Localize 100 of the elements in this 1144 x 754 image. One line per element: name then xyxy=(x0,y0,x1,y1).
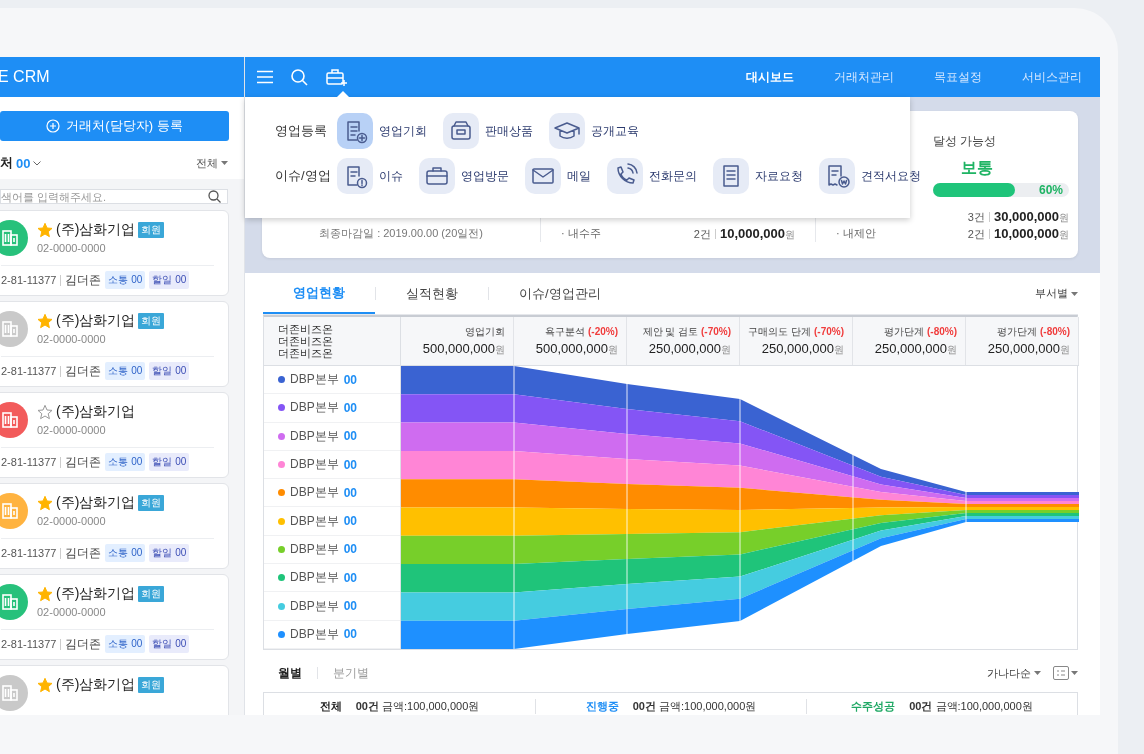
search-icon[interactable] xyxy=(291,68,308,86)
probability-reading: 60% xyxy=(1038,183,1063,197)
client-card[interactable]: (주)삼화기업 02-0000-0000 2-81-11377 김더존 소통 00 할일 00 xyxy=(0,392,229,478)
stage-label: 구매의도 단계 (-70%) xyxy=(748,325,844,339)
stage-amount: 250,000,000원 xyxy=(874,341,957,357)
search-field[interactable]: 색어를 입력해주세요. xyxy=(0,189,228,204)
client-card[interactable]: (주)삼화기업 회원 02-0000-0000 2-81-11377 김더존 소통 00 할일 00 xyxy=(0,210,229,296)
period-tab[interactable]: 월별 xyxy=(263,664,317,682)
count-tag: 소통 00 xyxy=(105,362,146,380)
member-badge: 회원 xyxy=(138,677,165,693)
stage-amount: 250,000,000원 xyxy=(648,341,731,357)
manager-name: 김더존 xyxy=(65,544,102,562)
department-label: DBP본부 xyxy=(290,399,339,417)
manager-name: 김더존 xyxy=(65,362,102,380)
stage-amount: 500,000,000원 xyxy=(422,341,505,357)
client-count-label: 처 xyxy=(0,154,13,172)
menu-item[interactable]: 영업기회 xyxy=(337,113,427,149)
department-label: DBP본부 xyxy=(290,569,339,587)
star-icon[interactable] xyxy=(37,677,53,693)
chevron-down-icon[interactable] xyxy=(33,160,42,166)
count-tag: 소통 00 xyxy=(105,544,146,562)
count-tag: 소통 00 xyxy=(105,271,146,289)
stage-amount: 500,000,000원 xyxy=(535,341,618,357)
deadline-text: 최종마감일 : 2019.00.00 (20일전) xyxy=(318,226,484,241)
menu-item[interactable]: 판매상품 xyxy=(443,113,533,149)
caret-icon xyxy=(1034,671,1041,675)
client-card[interactable]: (주)삼화기업 회원 02-0000-0000 2-81-11377 김더존 소통 00 할일 00 xyxy=(0,574,229,660)
phone-number: 02-0000-0000 xyxy=(37,424,107,436)
menu-item[interactable]: 메일 xyxy=(525,158,591,194)
case-count: 2건 xyxy=(693,228,716,239)
department-count: 00 xyxy=(343,485,358,500)
star-icon[interactable] xyxy=(37,313,53,329)
phone-number: 02-0000-0000 xyxy=(37,242,107,254)
member-badge: 회원 xyxy=(138,313,165,329)
company-name: (주)삼화기업 xyxy=(56,221,136,239)
member-badge: 회원 xyxy=(138,222,165,238)
tab[interactable]: 이슈/영업관리 xyxy=(489,273,631,314)
amount-value: 10,000,000원 xyxy=(993,225,1069,242)
business-number: 2-81-11377 xyxy=(1,365,62,377)
count-tag: 할일 00 xyxy=(149,544,190,562)
department-label: DBP본부 xyxy=(290,625,339,643)
group-dropdown[interactable]: 부서별 xyxy=(1035,286,1078,301)
department-count: 00 xyxy=(343,627,358,642)
department-count: 00 xyxy=(343,429,358,444)
row-label: · 내제안 xyxy=(836,226,876,241)
sort-dropdown[interactable]: 가나다순 xyxy=(987,665,1041,681)
business-number: 2-81-11377 xyxy=(1,547,62,559)
case-count: 3건 xyxy=(967,211,990,222)
phone-number: 02-0000-0000 xyxy=(37,333,107,345)
department-label: DBP본부 xyxy=(290,371,339,389)
star-icon[interactable] xyxy=(37,495,53,511)
business-number: 2-81-11377 xyxy=(1,638,62,650)
department-label: DBP본부 xyxy=(290,597,339,615)
stage-label: 욕구분석 (-20%) xyxy=(545,325,618,339)
search-icon xyxy=(208,190,221,203)
company-header: 더존비즈온 xyxy=(278,347,334,359)
total-label: 전체 xyxy=(319,699,342,714)
star-icon[interactable] xyxy=(37,404,53,420)
client-card[interactable]: (주)삼화기업 회원 02-0000-0000 2-81-11377 김더존 소통 00 할일 00 xyxy=(0,301,229,387)
stage-label: 평가단계 (-80%) xyxy=(997,325,1070,339)
department-label: DBP본부 xyxy=(290,484,339,502)
menu-item[interactable]: 이슈 xyxy=(337,158,403,194)
count-tag: 소통 00 xyxy=(105,453,146,471)
department-count: 00 xyxy=(343,457,358,472)
department-count: 00 xyxy=(343,599,358,613)
tab[interactable]: 실적현황 xyxy=(376,273,488,314)
member-badge: 회원 xyxy=(138,586,165,602)
department-count: 00 xyxy=(343,570,358,585)
amount-value: 10,000,000원 xyxy=(719,225,795,242)
plus-circle-icon xyxy=(46,119,61,133)
menu-item[interactable]: 전화문의 xyxy=(607,158,697,194)
manager-name: 김더존 xyxy=(65,453,102,471)
menu-item[interactable]: 공개교육 xyxy=(549,113,639,149)
star-icon[interactable] xyxy=(37,222,53,238)
department-label: DBP본부 xyxy=(290,427,339,445)
client-card[interactable]: (주)삼화기업 회원 02-0000-0000 2-81-11377 김더존 소통 00 할일 00 xyxy=(0,483,229,569)
stage-amount: 250,000,000원 xyxy=(987,341,1070,357)
total-label: 진행중 xyxy=(585,699,619,714)
row-label: · 내수주 xyxy=(561,226,601,241)
stage-amount: 250,000,000원 xyxy=(761,341,844,357)
stage-label: 제안 및 검토 (-70%) xyxy=(642,325,731,339)
company-header: 더존비즈온 xyxy=(278,323,334,335)
caret-icon xyxy=(221,161,228,165)
count-tag: 소통 00 xyxy=(105,635,146,653)
menu-item[interactable]: 영업방문 xyxy=(419,158,509,194)
menu-icon[interactable] xyxy=(257,70,273,84)
phone-number: 02-0000-0000 xyxy=(37,515,107,527)
manager-name: 김더존 xyxy=(65,271,102,289)
stage-label: 영업기회 xyxy=(465,325,505,339)
briefcase-plus-icon[interactable] xyxy=(326,67,348,87)
menu-item[interactable]: 견적서요청 xyxy=(819,158,921,194)
total-value: 00건 금액:100,000,000원 xyxy=(909,699,1033,714)
menu-item[interactable]: 자료요청 xyxy=(713,158,803,194)
case-count: 2건 xyxy=(967,228,990,239)
star-icon[interactable] xyxy=(37,586,53,602)
view-toggle-button[interactable] xyxy=(1053,666,1078,680)
department-label: DBP본부 xyxy=(290,512,339,530)
filter-dropdown[interactable]: 전체 xyxy=(196,155,228,171)
client-card[interactable]: (주)삼화기업 회원 xyxy=(0,665,229,715)
business-number: 2-81-11377 xyxy=(1,456,62,468)
